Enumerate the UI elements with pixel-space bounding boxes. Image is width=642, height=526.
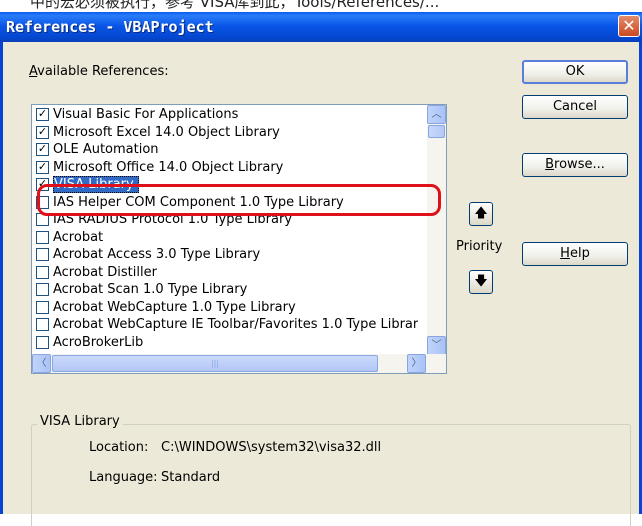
- language-label: Language:: [89, 470, 158, 485]
- available-references-list[interactable]: ✓ Visual Basic For Applications ✓ Microsoft…: [31, 104, 447, 374]
- scroll-left-arrow-icon[interactable]: 〈: [32, 354, 51, 373]
- reference-row[interactable]: Acrobat: [32, 229, 418, 247]
- reference-label: OLE Automation: [53, 142, 159, 158]
- cancel-button[interactable]: Cancel: [522, 95, 628, 119]
- language-value: Standard: [161, 470, 221, 485]
- top-strip: 中的宏必须被执行，参考 VISA库到此，Tools/References/...: [0, 0, 642, 12]
- cut-off-text: 中的宏必须被执行，参考 VISA库到此，Tools/References/...: [30, 0, 440, 11]
- location-value: C:\WINDOWS\system32\visa32.dll: [161, 440, 382, 455]
- reference-label: Acrobat: [53, 229, 104, 245]
- scroll-up-arrow-icon[interactable]: ︿: [427, 105, 446, 124]
- reference-label: Acrobat Scan 1.0 Type Library: [53, 282, 248, 298]
- reference-checkbox[interactable]: ✓: [36, 160, 49, 174]
- scroll-down-arrow-icon[interactable]: ﹀: [427, 336, 446, 355]
- reference-row[interactable]: ✓ Microsoft Excel 14.0 Object Library: [32, 124, 418, 142]
- highlight-ring: [37, 184, 441, 216]
- reference-checkbox[interactable]: [36, 248, 49, 262]
- vertical-scrollbar[interactable]: ︿ ﹀: [427, 105, 446, 355]
- reference-row[interactable]: Acrobat Distiller: [32, 264, 418, 282]
- reference-label: Acrobat Distiller: [53, 264, 157, 280]
- reference-row[interactable]: ✓ Microsoft Office 14.0 Object Library: [32, 159, 418, 177]
- reference-label: Acrobat WebCapture IE Toolbar/Favorites …: [53, 317, 418, 333]
- references-rows: ✓ Visual Basic For Applications ✓ Microsoft…: [32, 106, 418, 354]
- reference-label: AcroBrokerLib: [53, 334, 144, 350]
- reference-row[interactable]: Acrobat Access 3.0 Type Library: [32, 246, 418, 264]
- reference-row[interactable]: Acrobat WebCapture 1.0 Type Library: [32, 299, 418, 317]
- reference-checkbox[interactable]: [36, 265, 49, 279]
- title-bar[interactable]: References - VBAProject ✕: [0, 12, 642, 42]
- reference-checkbox[interactable]: ✓: [36, 108, 49, 122]
- reference-checkbox[interactable]: [36, 300, 49, 314]
- ok-button[interactable]: OK: [522, 60, 628, 84]
- reference-label: Microsoft Excel 14.0 Object Library: [53, 124, 280, 140]
- reference-checkbox[interactable]: [36, 230, 49, 244]
- reference-row[interactable]: ✓ OLE Automation: [32, 141, 418, 159]
- reference-checkbox[interactable]: [36, 335, 49, 349]
- horizontal-scroll-thumb[interactable]: |||: [52, 355, 378, 372]
- priority-up-button[interactable]: 🡅: [469, 202, 493, 226]
- close-icon: ✕: [622, 16, 636, 35]
- available-references-label: Available References:: [29, 64, 169, 79]
- arrow-up-icon: 🡅: [474, 206, 488, 221]
- reference-checkbox[interactable]: [36, 318, 49, 332]
- reference-checkbox[interactable]: ✓: [36, 143, 49, 157]
- reference-label: Microsoft Office 14.0 Object Library: [53, 159, 284, 175]
- reference-checkbox[interactable]: [36, 283, 49, 297]
- priority-down-button[interactable]: 🡇: [469, 270, 493, 294]
- browse-button[interactable]: Browse...: [522, 153, 628, 177]
- arrow-down-icon: 🡇: [474, 274, 488, 289]
- window-title: References - VBAProject: [6, 18, 214, 36]
- reference-row[interactable]: Acrobat WebCapture IE Toolbar/Favorites …: [32, 316, 418, 334]
- location-label: Location:: [89, 440, 149, 455]
- scroll-right-arrow-icon[interactable]: 〉: [407, 354, 426, 373]
- close-button[interactable]: ✕: [618, 15, 640, 37]
- details-group-title: VISA Library: [37, 414, 123, 429]
- reference-checkbox[interactable]: ✓: [36, 125, 49, 139]
- vertical-scroll-thumb[interactable]: [428, 125, 445, 138]
- horizontal-scrollbar[interactable]: 〈 ||| 〉: [32, 354, 446, 373]
- help-button[interactable]: Help: [522, 242, 628, 266]
- reference-label: Visual Basic For Applications: [53, 107, 239, 123]
- priority-label: Priority: [456, 239, 503, 254]
- reference-row[interactable]: AcroBrokerLib: [32, 334, 418, 352]
- reference-row[interactable]: Acrobat Scan 1.0 Type Library: [32, 281, 418, 299]
- references-dialog: References - VBAProject ✕ Available Refe…: [0, 12, 642, 526]
- reference-label: Acrobat WebCapture 1.0 Type Library: [53, 299, 296, 315]
- reference-row[interactable]: ✓ Visual Basic For Applications: [32, 106, 418, 124]
- reference-label: Acrobat Access 3.0 Type Library: [53, 247, 261, 263]
